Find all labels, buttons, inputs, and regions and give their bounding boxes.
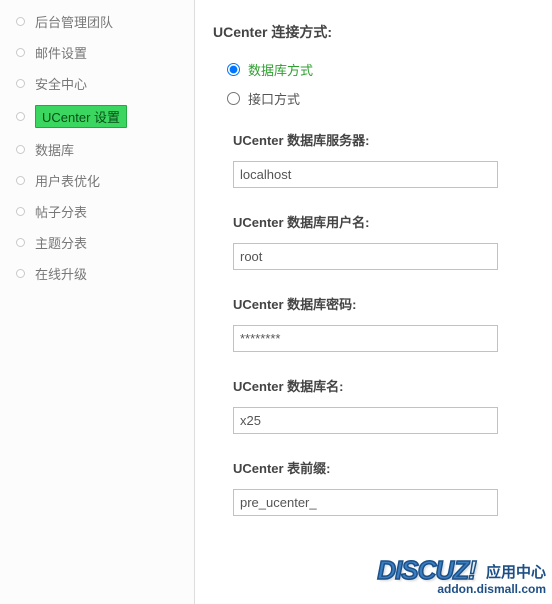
circle-icon — [16, 145, 25, 154]
radio-label: 数据库方式 — [248, 60, 313, 79]
sidebar-item-label: 帖子分表 — [35, 202, 87, 221]
field-label: UCenter 数据库密码: — [233, 294, 540, 313]
sidebar-item-label: 安全中心 — [35, 74, 87, 93]
sidebar-item-user-table-optimize[interactable]: 用户表优化 — [0, 165, 194, 196]
db-user-input[interactable] — [233, 243, 498, 270]
field-db-name: UCenter 数据库名: — [233, 376, 540, 434]
circle-icon — [16, 207, 25, 216]
sidebar-item-label: 数据库 — [35, 140, 74, 159]
sidebar-item-label: 邮件设置 — [35, 43, 87, 62]
field-db-password: UCenter 数据库密码: — [233, 294, 540, 352]
radio-db-mode-input[interactable] — [227, 63, 240, 76]
main-panel: UCenter 连接方式: 数据库方式 接口方式 UCenter 数据库服务器:… — [195, 0, 552, 604]
circle-icon — [16, 48, 25, 57]
circle-icon — [16, 176, 25, 185]
section-title: UCenter 连接方式: — [213, 22, 540, 42]
sidebar-item-backend-team[interactable]: 后台管理团队 — [0, 6, 194, 37]
table-prefix-input[interactable] — [233, 489, 498, 516]
circle-icon — [16, 269, 25, 278]
radio-api-mode[interactable]: 接口方式 — [227, 89, 540, 108]
field-table-prefix: UCenter 表前缀: — [233, 458, 540, 516]
sidebar-item-database[interactable]: 数据库 — [0, 134, 194, 165]
field-db-server: UCenter 数据库服务器: — [233, 130, 540, 188]
circle-icon — [16, 17, 25, 26]
circle-icon — [16, 238, 25, 247]
radio-api-mode-input[interactable] — [227, 92, 240, 105]
field-label: UCenter 数据库名: — [233, 376, 540, 395]
connection-mode-radios: 数据库方式 接口方式 — [213, 60, 540, 108]
field-label: UCenter 数据库用户名: — [233, 212, 540, 231]
radio-db-mode[interactable]: 数据库方式 — [227, 60, 540, 79]
sidebar-item-thread-split[interactable]: 主题分表 — [0, 227, 194, 258]
sidebar-item-label: UCenter 设置 — [35, 105, 127, 128]
field-db-user: UCenter 数据库用户名: — [233, 212, 540, 270]
sidebar: 后台管理团队 邮件设置 安全中心 UCenter 设置 数据库 用户表优化 帖子… — [0, 0, 195, 604]
db-password-input[interactable] — [233, 325, 498, 352]
circle-icon — [16, 79, 25, 88]
circle-icon — [16, 112, 25, 121]
radio-label: 接口方式 — [248, 89, 300, 108]
sidebar-item-label: 用户表优化 — [35, 171, 100, 190]
sidebar-item-security[interactable]: 安全中心 — [0, 68, 194, 99]
field-label: UCenter 表前缀: — [233, 458, 540, 477]
sidebar-item-mail-settings[interactable]: 邮件设置 — [0, 37, 194, 68]
sidebar-item-post-split[interactable]: 帖子分表 — [0, 196, 194, 227]
sidebar-item-online-upgrade[interactable]: 在线升级 — [0, 258, 194, 289]
db-server-input[interactable] — [233, 161, 498, 188]
db-name-input[interactable] — [233, 407, 498, 434]
sidebar-item-ucenter-settings[interactable]: UCenter 设置 — [0, 99, 194, 134]
sidebar-item-label: 后台管理团队 — [35, 12, 113, 31]
sidebar-item-label: 主题分表 — [35, 233, 87, 252]
field-label: UCenter 数据库服务器: — [233, 130, 540, 149]
sidebar-item-label: 在线升级 — [35, 264, 87, 283]
